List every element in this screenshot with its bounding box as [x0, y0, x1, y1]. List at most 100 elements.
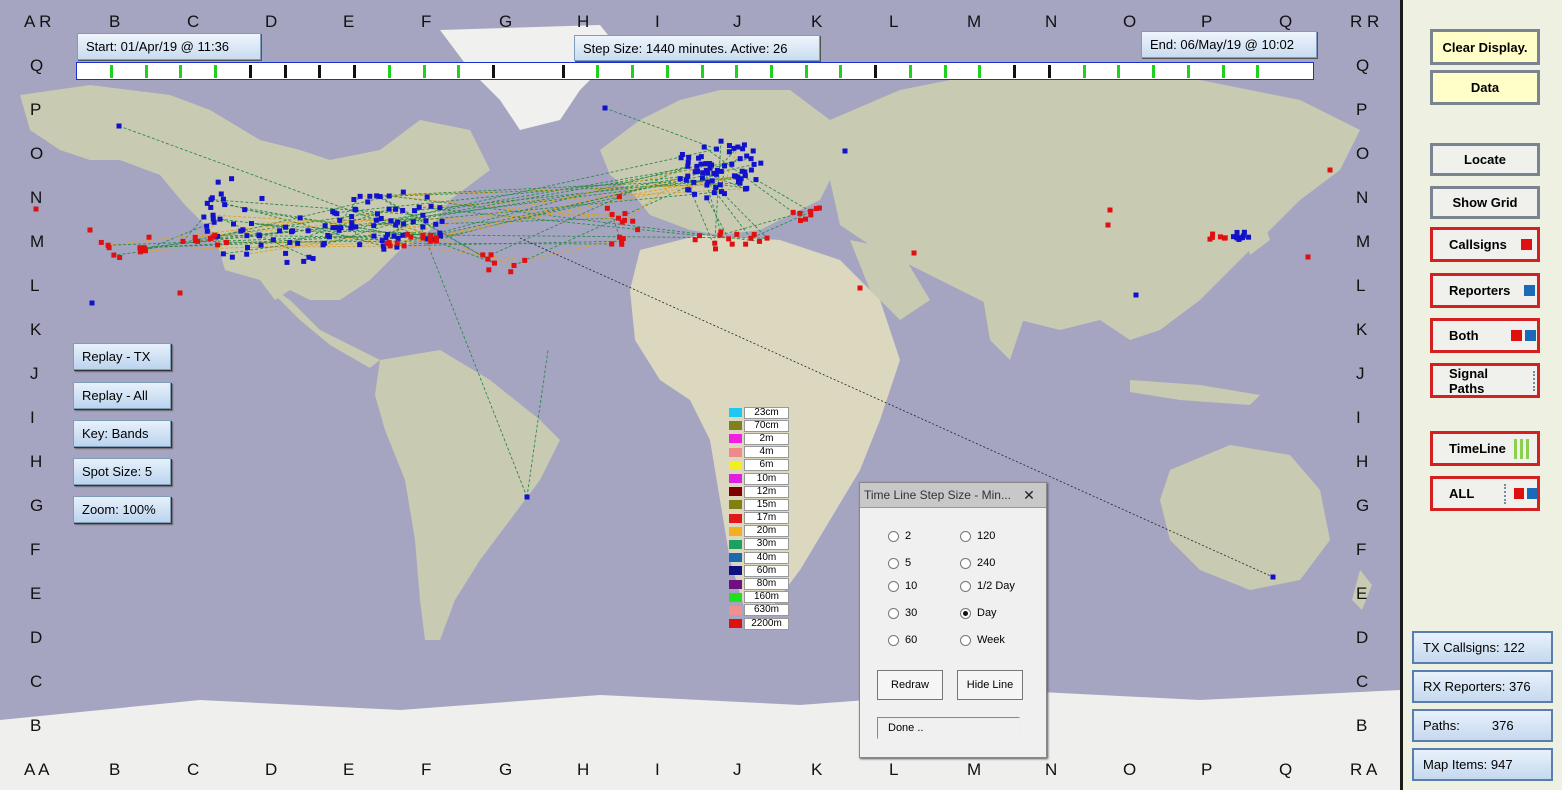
zoom-button[interactable]: Zoom: 100%: [73, 496, 171, 523]
step-option-240[interactable]: 240: [960, 557, 995, 569]
radio-button-icon[interactable]: [888, 580, 899, 592]
callsign-spot: [488, 252, 494, 258]
step-option-30[interactable]: 30: [888, 607, 917, 619]
spot-size-button[interactable]: Spot Size: 5: [73, 458, 171, 485]
data-button[interactable]: Data: [1430, 70, 1540, 105]
reporter-spot: [209, 195, 215, 201]
reporter-spot: [602, 105, 608, 111]
step-option-1-2-day[interactable]: 1/2 Day: [960, 580, 1015, 592]
grid-corner-tl: A R: [24, 12, 52, 31]
radio-button-icon[interactable]: [960, 557, 971, 569]
grid-row-right-K: K: [1356, 320, 1368, 339]
radio-button-icon[interactable]: [960, 530, 971, 542]
radio-label: 1/2 Day: [977, 580, 1015, 592]
step-option-2[interactable]: 2: [888, 530, 911, 542]
reporter-spot: [691, 179, 697, 185]
callsigns-button[interactable]: Callsigns: [1430, 227, 1540, 262]
show-grid-button[interactable]: Show Grid: [1430, 186, 1540, 219]
callsign-spot: [522, 257, 528, 263]
reporter-spot: [349, 214, 355, 220]
timeline-tick: [422, 65, 426, 78]
reporter-spot: [367, 193, 373, 199]
callsign-spot: [195, 238, 201, 244]
timeline-tick: [1047, 65, 1051, 78]
legend-row: 12m: [729, 485, 789, 498]
locate-button[interactable]: Locate: [1430, 143, 1540, 176]
reporter-spot: [381, 246, 387, 252]
reporter-spot: [731, 145, 737, 151]
callsign-spot: [394, 240, 400, 246]
legend-label: 40m: [744, 551, 789, 564]
step-option-10[interactable]: 10: [888, 580, 917, 592]
callsign-spot: [401, 243, 407, 249]
signal-path-line: [113, 251, 141, 256]
reporter-spot: [374, 211, 380, 217]
key-bands-button[interactable]: Key: Bands: [73, 420, 171, 447]
radio-button-icon[interactable]: [960, 634, 971, 646]
reporter-spot: [701, 144, 707, 150]
replay-all-button[interactable]: Replay - All: [73, 382, 171, 409]
all-button[interactable]: ALL: [1430, 476, 1540, 511]
reporter-spot: [357, 242, 363, 248]
reporter-spot: [401, 221, 407, 227]
blue-square-icon: [1527, 488, 1537, 499]
reporter-spot: [295, 240, 301, 246]
legend-row: 23cm: [729, 406, 789, 419]
radio-button-icon[interactable]: [960, 607, 971, 619]
grid-row-right-L: L: [1356, 276, 1366, 295]
map-items-count: Map Items: 947: [1412, 748, 1553, 781]
radio-label: Week: [977, 634, 1005, 646]
timeline-button[interactable]: TimeLine: [1430, 431, 1540, 466]
reporter-spot: [287, 240, 293, 246]
grid-row-left-Q: Q: [30, 56, 44, 75]
map-canvas[interactable]: [0, 0, 1400, 790]
reporter-spot: [229, 254, 235, 260]
step-option-week[interactable]: Week: [960, 634, 1005, 646]
grid-col-bottom-E: E: [343, 760, 355, 779]
reporter-spot: [686, 154, 692, 160]
legend-swatch: [729, 447, 742, 457]
legend-swatch: [729, 500, 742, 510]
radio-button-icon[interactable]: [888, 634, 899, 646]
reporters-button[interactable]: Reporters: [1430, 273, 1540, 308]
grid-col-bottom-C: C: [187, 760, 200, 779]
step-option-60[interactable]: 60: [888, 634, 917, 646]
world-map[interactable]: B B C C D D E E F F G G H H I I J J K K L L M M N N O O P P Q Q Q Q P P O O N N…: [0, 0, 1400, 790]
grid-row-right-E: E: [1356, 584, 1368, 603]
grid-row-left-K: K: [30, 320, 42, 339]
callsign-spot: [604, 205, 610, 211]
step-option-day[interactable]: Day: [960, 607, 997, 619]
legend-label: 4m: [744, 446, 789, 459]
step-option-120[interactable]: 120: [960, 530, 995, 542]
close-icon[interactable]: ✕: [1016, 485, 1042, 505]
radio-button-icon[interactable]: [888, 607, 899, 619]
reporter-spot: [201, 214, 207, 220]
radio-button-icon[interactable]: [888, 530, 899, 542]
timeline-tick: [908, 65, 912, 78]
reporter-spot: [678, 155, 684, 161]
radio-button-icon[interactable]: [888, 557, 899, 569]
legend-swatch: [729, 487, 742, 497]
reporter-spot: [718, 138, 724, 144]
timeline-step-dialog[interactable]: Time Line Step Size - Min... ✕ 2 5 10 30 60 1…: [859, 482, 1047, 758]
radio-label: 10: [905, 580, 918, 592]
legend-row: 60m: [729, 564, 789, 577]
redraw-button[interactable]: Redraw: [877, 670, 943, 700]
grid-col-top-E: E: [343, 12, 355, 31]
step-size-box: Step Size: 1440 minutes. Active: 26: [574, 35, 820, 61]
hide-line-button[interactable]: Hide Line: [957, 670, 1023, 700]
callsign-spot: [790, 209, 796, 215]
signal-paths-button[interactable]: Signal Paths: [1430, 363, 1540, 398]
radio-button-icon[interactable]: [960, 580, 971, 592]
clear-display-button[interactable]: Clear Display.: [1430, 29, 1540, 65]
reporter-spot: [751, 161, 757, 167]
reporter-spot: [283, 224, 289, 230]
callsign-spot: [616, 194, 622, 200]
dialog-title: Time Line Step Size - Min...: [864, 488, 1011, 502]
timeline-bar[interactable]: [76, 62, 1314, 80]
both-button[interactable]: Both: [1430, 318, 1540, 353]
reporter-spot: [220, 196, 226, 202]
step-option-5[interactable]: 5: [888, 557, 911, 569]
replay-tx-button[interactable]: Replay - TX: [73, 343, 171, 370]
reporter-spot: [242, 207, 248, 213]
